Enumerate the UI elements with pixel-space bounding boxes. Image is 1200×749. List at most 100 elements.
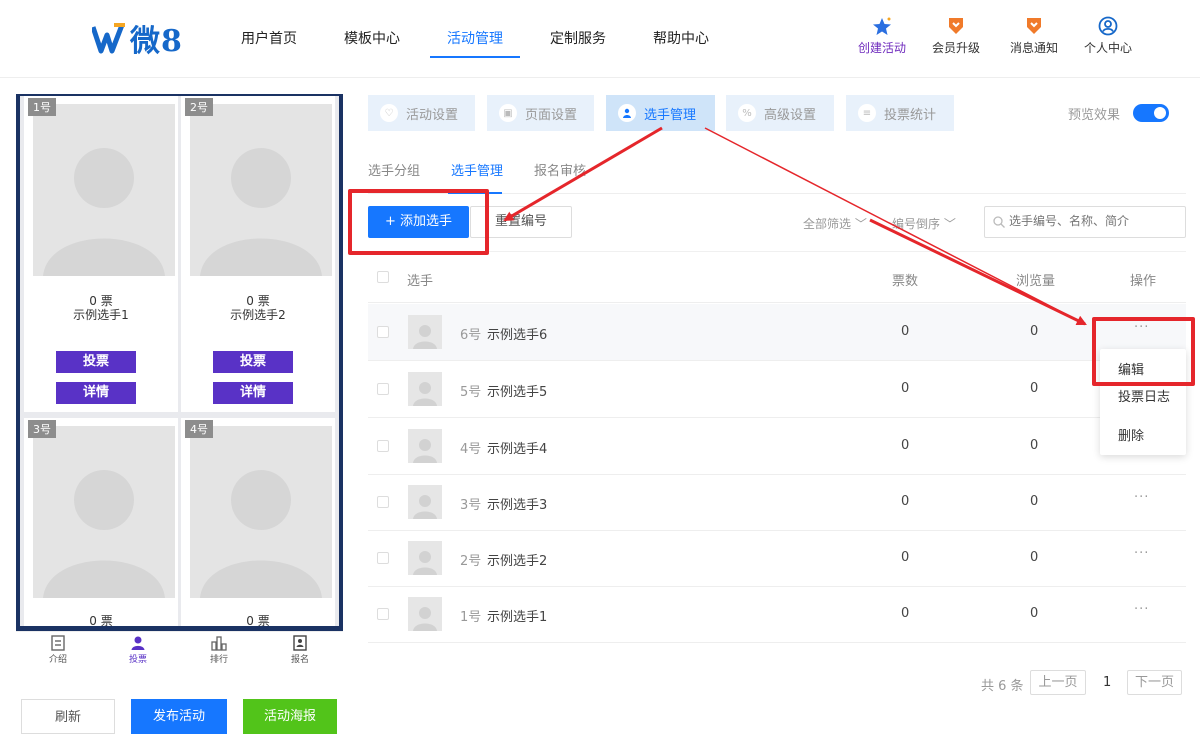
- tabbar-signup[interactable]: 报名: [280, 635, 320, 665]
- mobile-tabbar: 介绍 投票 排行 报名: [16, 631, 343, 674]
- avatar: [408, 541, 442, 575]
- filter-dropdown[interactable]: 全部筛选 ﹀: [803, 215, 867, 232]
- search-box[interactable]: [984, 206, 1186, 238]
- player-name: 示例选手1: [73, 308, 129, 322]
- member-upgrade-button[interactable]: 会员升级: [926, 16, 986, 56]
- notifications-button[interactable]: 消息通知: [1004, 16, 1064, 56]
- activity-poster-button[interactable]: 活动海报: [243, 699, 337, 734]
- person-silhouette-icon: [43, 148, 165, 276]
- nav-item-activity[interactable]: 活动管理: [447, 28, 503, 48]
- menu-item-delete[interactable]: 删除: [1118, 425, 1144, 444]
- view-count: 0: [1030, 550, 1039, 565]
- player-name: 示例选手6: [487, 328, 548, 343]
- row-checkbox[interactable]: [377, 383, 389, 395]
- tabbar-ranking[interactable]: 排行: [199, 635, 239, 665]
- list-icon: ≡: [858, 104, 876, 122]
- player-card[interactable]: 4号 0 票: [181, 418, 335, 626]
- search-input[interactable]: [1009, 214, 1179, 228]
- preview-label: 预览效果: [1068, 108, 1121, 123]
- menu-item-vote-log[interactable]: 投票日志: [1118, 386, 1170, 405]
- table-row[interactable]: 6号 示例选手6 0 0 ···: [368, 304, 1186, 361]
- player-card[interactable]: 2号 0 票 示例选手2 投票 详情: [181, 96, 335, 412]
- id-card-icon: [293, 635, 307, 651]
- column-player: 选手: [407, 274, 434, 289]
- sort-dropdown[interactable]: 编号倒序 ﹀: [892, 215, 956, 232]
- row-checkbox[interactable]: [377, 608, 389, 620]
- nav-item-help[interactable]: 帮助中心: [653, 28, 709, 48]
- subtab-signup-review[interactable]: 报名审核: [534, 160, 586, 179]
- user-circle-icon: [1098, 16, 1118, 36]
- player-name: 示例选手1: [487, 610, 548, 625]
- table-row[interactable]: 5号 示例选手5 0 0: [368, 361, 1186, 418]
- nav-item-templates[interactable]: 模板中心: [344, 28, 400, 48]
- table-row[interactable]: 4号 示例选手4 0 0: [368, 418, 1186, 475]
- detail-button[interactable]: 详情: [56, 382, 136, 404]
- tab-advanced-settings[interactable]: % 高级设置: [726, 95, 834, 131]
- document-icon: [51, 635, 65, 651]
- person-silhouette-icon: [413, 325, 437, 349]
- vip-badge-icon: [949, 18, 963, 34]
- vote-count: 0: [901, 438, 910, 453]
- current-page[interactable]: 1: [1103, 675, 1111, 690]
- vote-button[interactable]: 投票: [56, 351, 136, 373]
- create-activity-button[interactable]: 创建活动: [852, 16, 912, 56]
- player-number-badge: 4号: [185, 420, 213, 438]
- player-card[interactable]: 1号 0 票 示例选手1 投票 详情: [24, 96, 178, 412]
- row-checkbox[interactable]: [377, 440, 389, 452]
- row-checkbox[interactable]: [377, 552, 389, 564]
- player-name: 示例选手2: [487, 554, 548, 569]
- preview-toggle[interactable]: [1133, 104, 1169, 122]
- more-actions-button[interactable]: ···: [1134, 546, 1149, 561]
- more-actions-button[interactable]: ···: [1134, 602, 1149, 617]
- person-silhouette-icon: [200, 470, 322, 598]
- annotation-highlight-add: [348, 189, 489, 255]
- brand-logo[interactable]: 微8: [90, 16, 183, 60]
- nav-item-home[interactable]: 用户首页: [241, 28, 297, 48]
- vote-count: 0: [901, 550, 910, 565]
- detail-button[interactable]: 详情: [213, 382, 293, 404]
- tabbar-signup-label: 报名: [290, 655, 309, 665]
- user-icon: [618, 104, 636, 122]
- player-card[interactable]: 3号 0 票: [24, 418, 178, 626]
- player-number: 2号: [460, 554, 482, 569]
- profile-button[interactable]: 个人中心: [1078, 16, 1138, 56]
- view-count: 0: [1030, 438, 1039, 453]
- table-row[interactable]: 3号 示例选手3 0 0 ···: [368, 474, 1186, 531]
- vote-count: 0: [901, 381, 910, 396]
- table-row[interactable]: 1号 示例选手1 0 0 ···: [368, 586, 1186, 643]
- avatar: [408, 372, 442, 406]
- table-header: 选手 票数 浏览量 操作: [368, 251, 1186, 303]
- vote-button[interactable]: 投票: [213, 351, 293, 373]
- tab-player-management[interactable]: 选手管理: [606, 95, 715, 131]
- tab-vote-statistics[interactable]: ≡ 投票统计: [846, 95, 954, 131]
- player-number: 4号: [460, 442, 482, 457]
- tabbar-vote[interactable]: 投票: [118, 635, 158, 665]
- select-all-checkbox[interactable]: [377, 271, 389, 283]
- subtab-player-groups[interactable]: 选手分组: [368, 160, 420, 179]
- tab-page-settings[interactable]: ▣ 页面设置: [487, 95, 594, 131]
- image-icon: ▣: [499, 104, 517, 122]
- next-page-button[interactable]: 下一页: [1127, 670, 1182, 695]
- star-rocket-icon: [873, 17, 891, 35]
- player-photo-placeholder: [33, 426, 175, 598]
- refresh-button[interactable]: 刷新: [21, 699, 115, 734]
- tab-activity-settings[interactable]: ♡ 活动设置: [368, 95, 475, 131]
- player-name: 示例选手2: [230, 308, 286, 322]
- row-checkbox[interactable]: [377, 496, 389, 508]
- tabbar-vote-label: 投票: [128, 655, 147, 665]
- prev-page-button[interactable]: 上一页: [1030, 670, 1086, 695]
- nav-item-custom[interactable]: 定制服务: [550, 28, 606, 48]
- player-number: 3号: [460, 498, 482, 513]
- tabbar-intro[interactable]: 介绍: [38, 635, 78, 665]
- mobile-preview: 1号 0 票 示例选手1 投票 详情 2号 0 票 示例选手2 投票 详情 3号…: [16, 94, 343, 674]
- tab-vote-statistics-label: 投票统计: [884, 107, 937, 123]
- row-checkbox[interactable]: [377, 326, 389, 338]
- table-row[interactable]: 2号 示例选手2 0 0 ···: [368, 530, 1186, 587]
- more-actions-button[interactable]: ···: [1134, 490, 1149, 505]
- publish-activity-button[interactable]: 发布活动: [131, 699, 227, 734]
- vote-count: 0: [901, 494, 910, 509]
- view-count: 0: [1030, 324, 1039, 339]
- subtab-player-management[interactable]: 选手管理: [451, 160, 503, 179]
- tab-page-settings-label: 页面设置: [525, 107, 578, 123]
- tabbar-ranking-label: 排行: [209, 655, 228, 665]
